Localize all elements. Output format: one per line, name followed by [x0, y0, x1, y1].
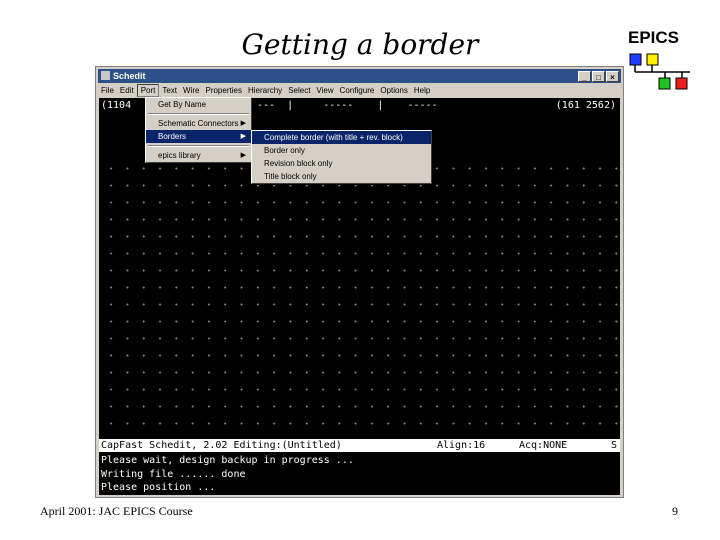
status-acq: Acq:NONE — [519, 440, 568, 451]
epics-logo-text: EPICS — [628, 28, 680, 47]
window-titlebar[interactable]: Schedit _ □ × — [98, 69, 621, 83]
menu-item-revision-block-only[interactable]: Revision block only — [252, 157, 431, 170]
maximize-button[interactable]: □ — [592, 71, 605, 82]
menu-item-schematic-connectors[interactable]: Schematic Connectors ▶ — [146, 117, 251, 130]
menu-port[interactable]: Port — [136, 84, 160, 97]
page-number: 9 — [672, 504, 678, 518]
menu-item-get-by-name[interactable]: Get By Name — [146, 98, 251, 111]
app-icon — [101, 71, 110, 80]
menu-hierarchy[interactable]: Hierarchy — [245, 84, 285, 97]
window-title: Schedit — [113, 71, 146, 81]
menu-item-epics-library[interactable]: epics library ▶ — [146, 149, 251, 162]
close-button[interactable]: × — [606, 71, 619, 82]
menu-options[interactable]: Options — [377, 84, 411, 97]
menu-configure[interactable]: Configure — [337, 84, 378, 97]
coordinate-readout-left: (1104 — [101, 100, 132, 111]
message-log: Please wait, design backup in progress .… — [101, 454, 354, 495]
menu-item-title-block-only[interactable]: Title block only — [252, 170, 431, 183]
message-line: Writing file ...... done — [101, 468, 246, 480]
slide-title: Getting a border — [241, 28, 479, 61]
menu-file[interactable]: File — [98, 84, 117, 97]
status-app: CapFast Schedit, 2.02 Editing:(Untitled) — [101, 440, 342, 451]
menu-properties[interactable]: Properties — [202, 84, 244, 97]
status-bar: CapFast Schedit, 2.02 Editing:(Untitled)… — [99, 439, 620, 452]
message-line: Please position ... — [101, 482, 216, 493]
menu-select[interactable]: Select — [285, 84, 313, 97]
menu-item-border-only[interactable]: Border only — [252, 144, 431, 157]
submenu-arrow-icon: ▶ — [240, 152, 246, 159]
status-extra: S — [611, 440, 618, 451]
submenu-arrow-icon: ▶ — [240, 120, 246, 127]
menu-separator — [148, 113, 249, 115]
menu-view[interactable]: View — [313, 84, 336, 97]
grid-dots — [99, 156, 620, 440]
status-align: Align:16 — [437, 440, 486, 451]
menu-separator — [148, 145, 249, 147]
message-line: Please wait, design backup in progress .… — [101, 455, 354, 466]
port-menu: Get By Name Schematic Connectors ▶ Border… — [145, 97, 252, 163]
footer-course: April 2001: JAC EPICS Course — [40, 504, 193, 518]
menu-wire[interactable]: Wire — [180, 84, 202, 97]
menu-help[interactable]: Help — [411, 84, 433, 97]
menu-text[interactable]: Text — [159, 84, 180, 97]
submenu-arrow-icon: ▶ — [240, 133, 246, 140]
menubar: File Edit Port Text Wire Properties Hierarchy S… — [98, 84, 621, 97]
coordinate-readout-right: (161 2562) — [555, 100, 616, 111]
menu-item-complete-border[interactable]: Complete border (with title + rev. block… — [252, 131, 431, 144]
menu-item-borders[interactable]: Borders ▶ — [146, 130, 251, 143]
status-fields: --- | ----- | ----- — [257, 100, 438, 111]
borders-submenu: Complete border (with title + rev. block… — [251, 130, 432, 184]
minimize-button[interactable]: _ — [578, 71, 591, 82]
menu-edit[interactable]: Edit — [117, 84, 137, 97]
epics-logo-icon — [629, 53, 690, 90]
